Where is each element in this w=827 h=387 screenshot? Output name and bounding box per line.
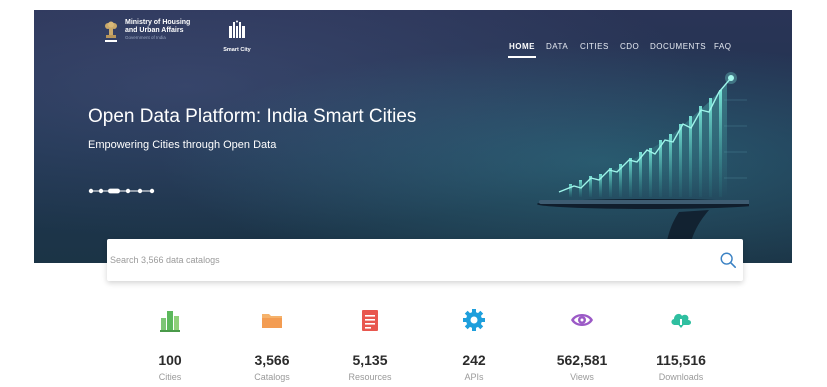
nav-active-indicator bbox=[508, 56, 536, 58]
stat-resources[interactable]: 5,135 Resources bbox=[320, 308, 420, 382]
ministry-name-line1: Ministry of Housing bbox=[125, 19, 191, 26]
stat-label: Catalogs bbox=[254, 372, 290, 382]
gear-icon bbox=[463, 309, 485, 331]
stat-value: 5,135 bbox=[352, 352, 388, 368]
carousel-dot-active[interactable] bbox=[108, 188, 120, 194]
carousel-dot[interactable] bbox=[88, 188, 94, 194]
stat-apis[interactable]: 242 APIs bbox=[424, 308, 524, 382]
carousel-dot[interactable] bbox=[125, 188, 131, 194]
cloud-download-icon bbox=[671, 313, 691, 330]
stat-value: 562,581 bbox=[556, 352, 608, 368]
folder-icon bbox=[262, 314, 282, 328]
nav-cdo[interactable]: CDO bbox=[620, 42, 639, 51]
stat-value: 242 bbox=[462, 352, 486, 368]
stat-value: 115,516 bbox=[656, 352, 706, 368]
smart-city-logo[interactable]: Smart City bbox=[217, 20, 257, 53]
stat-label: Resources bbox=[348, 372, 392, 382]
city-buildings-icon bbox=[160, 311, 180, 332]
growth-chart-illustration bbox=[537, 72, 749, 252]
nav-documents[interactable]: DOCUMENTS bbox=[650, 42, 706, 51]
nav-data[interactable]: DATA bbox=[546, 42, 568, 51]
stat-views[interactable]: 562,581 Views bbox=[532, 308, 632, 382]
stat-label: APIs bbox=[464, 372, 484, 382]
stat-catalogs[interactable]: 3,566 Catalogs bbox=[222, 308, 322, 382]
national-emblem-icon bbox=[105, 21, 117, 42]
hero-title: Open Data Platform: India Smart Cities bbox=[88, 106, 417, 127]
document-icon bbox=[362, 310, 378, 331]
ministry-subtitle: Government of India bbox=[125, 35, 166, 40]
hero-banner: Ministry of Housing and Urban Affairs Go… bbox=[34, 10, 792, 263]
carousel-dot[interactable] bbox=[149, 188, 155, 194]
stats-row: 100 Cities 3,566 Catalogs 5,135 Resource… bbox=[0, 308, 827, 387]
ministry-name-line2: and Urban Affairs bbox=[125, 27, 184, 34]
ministry-logo[interactable]: Ministry of Housing and Urban Affairs Go… bbox=[104, 19, 190, 45]
carousel-dot[interactable] bbox=[137, 188, 143, 194]
nav-home[interactable]: HOME bbox=[509, 42, 535, 51]
search-icon[interactable] bbox=[719, 251, 737, 269]
stat-label: Downloads bbox=[658, 372, 704, 382]
hero-subtitle: Empowering Cities through Open Data bbox=[88, 139, 277, 151]
stat-downloads[interactable]: 115,516 Downloads bbox=[631, 308, 731, 382]
smart-city-icon bbox=[229, 20, 245, 38]
search-bar bbox=[107, 239, 743, 281]
carousel-dot[interactable] bbox=[98, 188, 104, 194]
stat-value: 100 bbox=[158, 352, 182, 368]
stat-label: Views bbox=[570, 372, 594, 382]
eye-icon bbox=[571, 314, 593, 326]
nav-faq[interactable]: FAQ bbox=[714, 42, 732, 51]
stat-cities[interactable]: 100 Cities bbox=[120, 308, 220, 382]
smart-city-label: Smart City bbox=[223, 47, 251, 53]
carousel-indicator bbox=[88, 188, 155, 194]
nav-cities[interactable]: CITIES bbox=[580, 42, 609, 51]
stat-label: Cities bbox=[158, 372, 182, 382]
stat-value: 3,566 bbox=[254, 352, 290, 368]
search-input[interactable] bbox=[107, 239, 719, 281]
